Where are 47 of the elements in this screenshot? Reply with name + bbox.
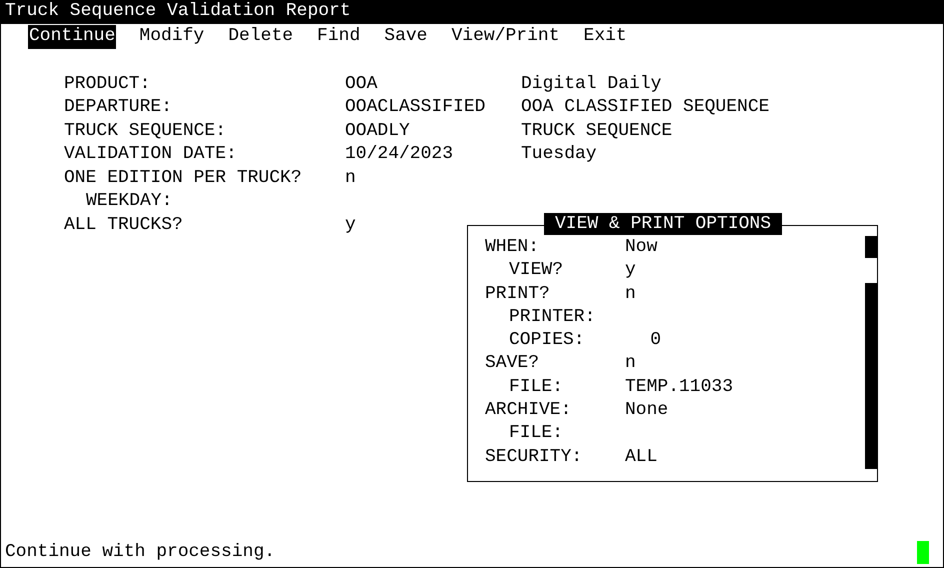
option-value[interactable]: n: [625, 352, 636, 376]
dialog-title: VIEW & PRINT OPTIONS: [544, 213, 782, 235]
option-value[interactable]: None: [625, 399, 668, 422]
option-label: FILE:: [508, 422, 564, 446]
option-value[interactable]: Now: [625, 236, 658, 260]
field-value[interactable]: 10/24/2023: [345, 144, 454, 164]
field-label: VALIDATION DATE:: [64, 143, 238, 166]
option-label: SECURITY:: [485, 446, 584, 469]
option-value[interactable]: n: [625, 282, 636, 306]
option-label: WHEN:: [485, 236, 540, 259]
menu-item[interactable]: Modify: [138, 25, 206, 48]
option-label: PRINTER:: [508, 306, 596, 329]
option-label: SAVE?: [485, 352, 540, 376]
status-message: Continue with processing.: [5, 540, 276, 564]
menu-item[interactable]: Exit: [582, 25, 628, 48]
field-description: Tuesday: [521, 143, 597, 166]
field-description: OOA CLASSIFIED SEQUENCE: [521, 96, 770, 119]
field-value[interactable]: n: [345, 168, 356, 188]
scrollbar[interactable]: [865, 236, 877, 472]
field-label: WEEKDAY:: [85, 190, 174, 213]
field-label: TRUCK SEQUENCE:: [64, 120, 228, 142]
option-value[interactable]: TEMP.11033: [625, 376, 734, 400]
option-label: PRINT?: [485, 282, 551, 306]
field-description: Digital Daily: [521, 72, 662, 96]
field-label: ALL TRUCKS?: [64, 214, 184, 236]
field-value[interactable]: y: [345, 214, 356, 234]
option-label: VIEW?: [508, 259, 564, 282]
window-title: Truck Sequence Validation Report: [1, 0, 943, 24]
menu-item[interactable]: Continue: [28, 25, 116, 48]
menu-item[interactable]: Delete: [227, 25, 294, 48]
option-value[interactable]: 0: [625, 329, 661, 352]
field-label: ONE EDITION PER TRUCK?: [64, 166, 303, 190]
option-value[interactable]: ALL: [625, 446, 658, 469]
option-label: COPIES:: [508, 329, 586, 352]
option-value[interactable]: y: [625, 259, 636, 283]
field-description: TRUCK SEQUENCE: [521, 120, 672, 142]
text-cursor: [917, 541, 929, 564]
option-label: ARCHIVE:: [485, 399, 572, 422]
field-value[interactable]: OOADLY: [345, 120, 410, 140]
menu-item[interactable]: Save: [383, 25, 428, 48]
field-value[interactable]: OOACLASSIFIED: [345, 97, 486, 117]
field-value[interactable]: OOA: [345, 74, 378, 94]
field-label: DEPARTURE:: [64, 96, 174, 119]
option-label: FILE:: [508, 376, 564, 399]
menu-item[interactable]: View/Print: [450, 25, 561, 48]
menu-item[interactable]: Find: [316, 25, 362, 48]
field-label: PRODUCT:: [64, 72, 152, 96]
